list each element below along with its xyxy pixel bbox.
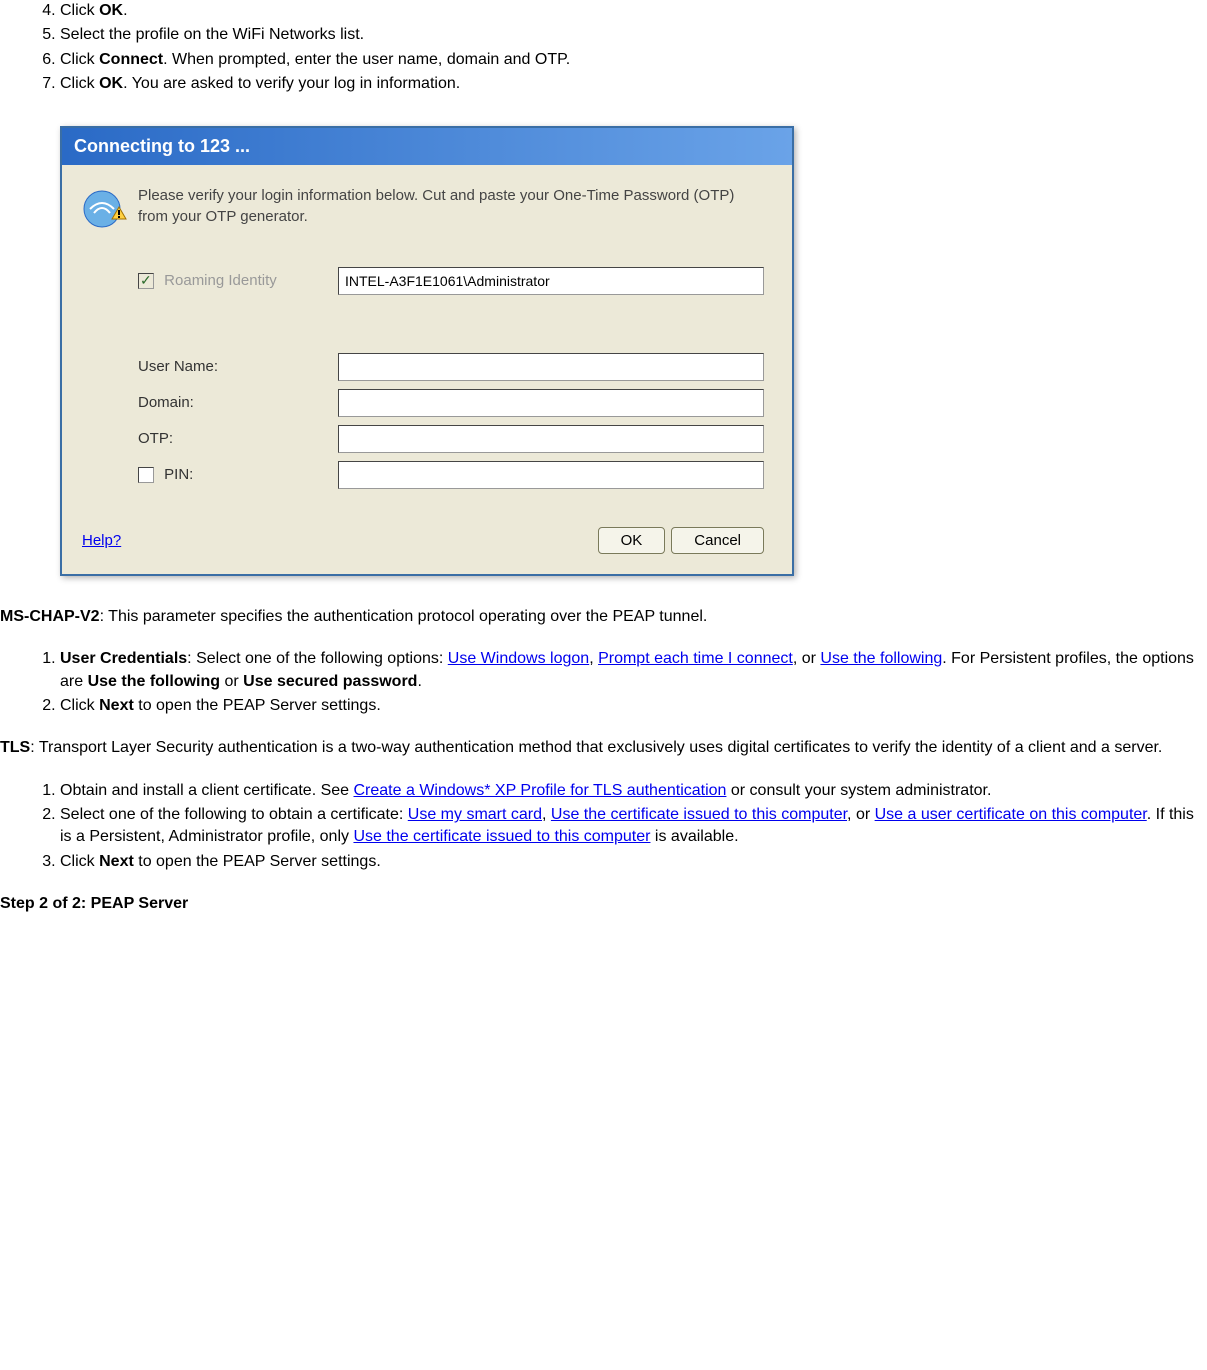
text-bold: Use secured password [243, 673, 417, 690]
text: Click [60, 697, 99, 714]
tls-title: TLS [0, 739, 30, 756]
roaming-identity-input[interactable] [338, 267, 764, 295]
text: . [417, 673, 421, 690]
text: Select the profile on the WiFi Networks … [60, 26, 364, 43]
text: , [542, 806, 551, 823]
use-windows-logon-link[interactable]: Use Windows logon [448, 650, 589, 667]
text: , or [847, 806, 875, 823]
help-link[interactable]: Help? [82, 530, 121, 551]
text: PIN: [164, 466, 193, 483]
list-item: Select the profile on the WiFi Networks … [60, 24, 1207, 46]
text: to open the PEAP Server settings. [134, 697, 381, 714]
step-heading: Step 2 of 2: PEAP Server [0, 893, 1207, 915]
use-cert-issued-link[interactable]: Use the certificate issued to this compu… [551, 806, 847, 823]
username-label: User Name: [138, 356, 338, 377]
list-item: User Credentials: Select one of the foll… [60, 648, 1207, 693]
pin-label: PIN: [138, 464, 338, 485]
domain-label: Domain: [138, 392, 338, 413]
text-bold: OK [99, 2, 123, 19]
cancel-button[interactable]: Cancel [671, 527, 764, 554]
text: : This parameter specifies the authentic… [100, 608, 708, 625]
connecting-dialog: Connecting to 123 ... Please verify your… [60, 126, 794, 576]
text: to open the PEAP Server settings. [134, 853, 381, 870]
wifi-warning-icon [82, 185, 138, 497]
tls-list: Obtain and install a client certificate.… [0, 780, 1207, 874]
dialog-message: Please verify your login information bel… [138, 185, 764, 227]
text-bold: Use the following [88, 673, 220, 690]
mschap-title: MS-CHAP-V2 [0, 608, 100, 625]
text: , [589, 650, 598, 667]
pin-input[interactable] [338, 461, 764, 489]
roaming-identity-checkbox[interactable]: ✓ [138, 273, 154, 289]
mschap-list: User Credentials: Select one of the foll… [0, 648, 1207, 717]
list-item: Click Next to open the PEAP Server setti… [60, 695, 1207, 717]
text: Obtain and install a client certificate.… [60, 782, 354, 799]
prompt-each-time-link[interactable]: Prompt each time I connect [598, 650, 793, 667]
text: or [220, 673, 243, 690]
text: . When prompted, enter the user name, do… [163, 51, 570, 68]
text: : Transport Layer Security authenticatio… [30, 739, 1162, 756]
text: or consult your system administrator. [726, 782, 991, 799]
list-item: Click OK. [60, 0, 1207, 22]
text: : Select one of the following options: [187, 650, 448, 667]
use-following-link[interactable]: Use the following [820, 650, 942, 667]
top-instruction-list: Click OK. Select the profile on the WiFi… [0, 0, 1207, 96]
list-item: Click Next to open the PEAP Server setti… [60, 851, 1207, 873]
roaming-identity-label: ✓ Roaming Identity [138, 270, 338, 291]
text: Select one of the following to obtain a … [60, 806, 408, 823]
dialog-titlebar: Connecting to 123 ... [62, 128, 792, 165]
list-item: Select one of the following to obtain a … [60, 804, 1207, 849]
list-item: Click OK. You are asked to verify your l… [60, 73, 1207, 95]
text: . You are asked to verify your log in in… [123, 75, 460, 92]
pin-checkbox[interactable] [138, 467, 154, 483]
use-smart-card-link[interactable]: Use my smart card [408, 806, 542, 823]
list-item: Obtain and install a client certificate.… [60, 780, 1207, 802]
otp-label: OTP: [138, 428, 338, 449]
use-cert-issued-link-2[interactable]: Use the certificate issued to this compu… [353, 828, 650, 845]
otp-input[interactable] [338, 425, 764, 453]
dialog-screenshot: Connecting to 123 ... Please verify your… [60, 126, 1207, 576]
domain-input[interactable] [338, 389, 764, 417]
text-bold: Next [99, 697, 134, 714]
username-input[interactable] [338, 353, 764, 381]
tls-para: TLS: Transport Layer Security authentica… [0, 737, 1207, 759]
text: Click [60, 51, 99, 68]
ok-button[interactable]: OK [598, 527, 666, 554]
text: is available. [650, 828, 738, 845]
dialog-title: Connecting to 123 ... [74, 136, 250, 156]
text: , or [793, 650, 821, 667]
text: . [123, 2, 127, 19]
text-bold: OK [99, 75, 123, 92]
use-user-cert-link[interactable]: Use a user certificate on this computer [875, 806, 1147, 823]
create-xp-profile-link[interactable]: Create a Windows* XP Profile for TLS aut… [354, 782, 727, 799]
text: Roaming Identity [164, 272, 277, 289]
text-bold: Connect [99, 51, 163, 68]
text: Click [60, 75, 99, 92]
text: Click [60, 2, 99, 19]
mschap-para: MS-CHAP-V2: This parameter specifies the… [0, 606, 1207, 628]
text-bold: User Credentials [60, 650, 187, 667]
text-bold: Next [99, 853, 134, 870]
text: Click [60, 853, 99, 870]
list-item: Click Connect. When prompted, enter the … [60, 49, 1207, 71]
